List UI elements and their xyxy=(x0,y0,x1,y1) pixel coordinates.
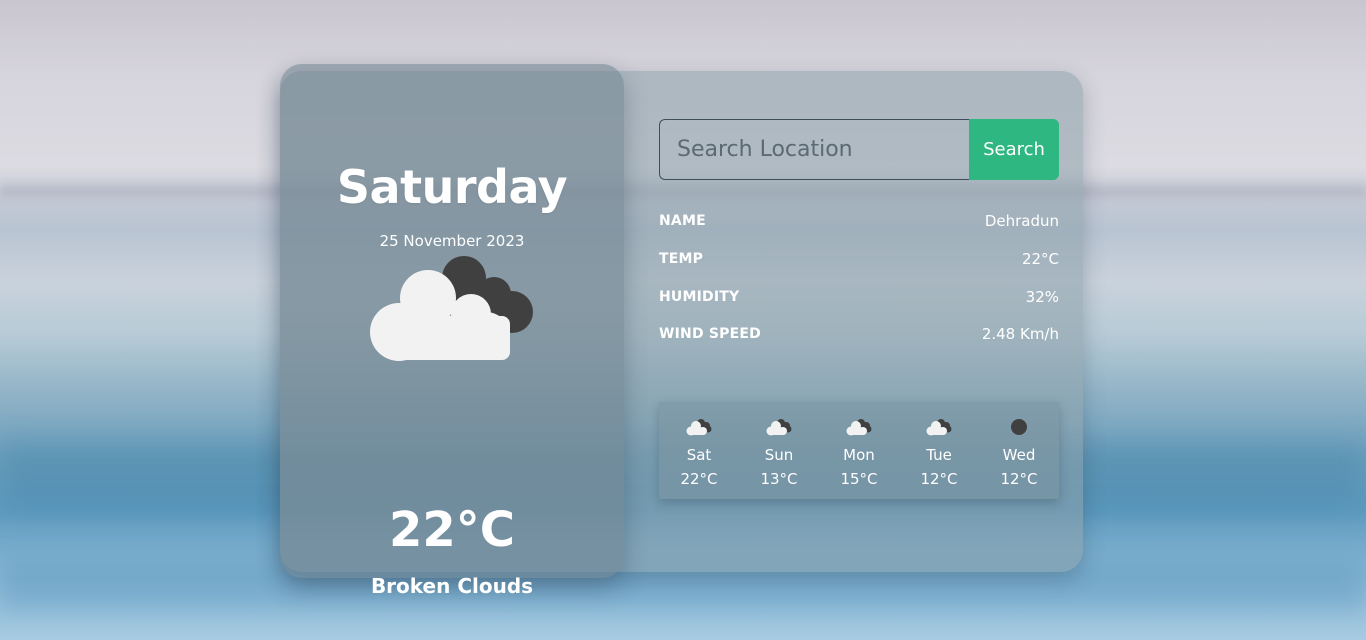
date-label: 25 November 2023 xyxy=(379,232,525,250)
detail-row-temp: TEMP 22°C xyxy=(659,248,1059,270)
forecast-item: Sun 13°C xyxy=(739,402,819,499)
forecast-temp: 12°C xyxy=(920,470,958,488)
forecast-item: Mon 15°C xyxy=(819,402,899,499)
forecast-temp: 22°C xyxy=(680,470,718,488)
forecast-day: Sun xyxy=(764,446,794,464)
weather-description: Broken Clouds xyxy=(370,574,534,598)
overcast-icon xyxy=(1011,419,1027,435)
forecast-temp: 15°C xyxy=(840,470,878,488)
forecast-item: Tue 12°C xyxy=(899,402,979,499)
forecast-temp: 13°C xyxy=(760,470,798,488)
detail-label: NAME xyxy=(659,213,706,229)
broken-clouds-icon xyxy=(846,419,872,436)
detail-label: WIND SPEED xyxy=(659,326,761,342)
broken-clouds-icon xyxy=(766,419,792,436)
forecast-temp: 12°C xyxy=(1000,470,1038,488)
detail-label: HUMIDITY xyxy=(659,289,740,305)
detail-value: 32% xyxy=(1025,288,1059,306)
forecast-item: Sat 22°C xyxy=(659,402,739,499)
detail-label: TEMP xyxy=(659,251,704,267)
detail-value: 2.48 Km/h xyxy=(981,325,1059,343)
detail-row-wind-speed: WIND SPEED 2.48 Km/h xyxy=(659,323,1059,345)
detail-value: Dehradun xyxy=(984,212,1059,230)
search-input[interactable] xyxy=(659,119,971,180)
day-title: Saturday xyxy=(336,160,568,214)
forecast-strip: Sat 22°C Sun 13°C Mon 15°C Tue 12°C Wed … xyxy=(659,402,1059,499)
broken-clouds-icon xyxy=(370,256,533,361)
forecast-day: Tue xyxy=(926,446,952,464)
search-button[interactable]: Search xyxy=(969,119,1059,180)
forecast-item: Wed 12°C xyxy=(979,402,1059,499)
forecast-day: Sat xyxy=(686,446,712,464)
current-temperature: 22°C xyxy=(388,502,516,558)
broken-clouds-icon xyxy=(686,419,712,436)
detail-value: 22°C xyxy=(1021,250,1059,268)
forecast-day: Wed xyxy=(1002,446,1036,464)
broken-clouds-icon xyxy=(926,419,952,436)
forecast-day: Mon xyxy=(843,446,875,464)
detail-row-humidity: HUMIDITY 32% xyxy=(659,286,1059,308)
detail-row-name: NAME Dehradun xyxy=(659,210,1059,232)
